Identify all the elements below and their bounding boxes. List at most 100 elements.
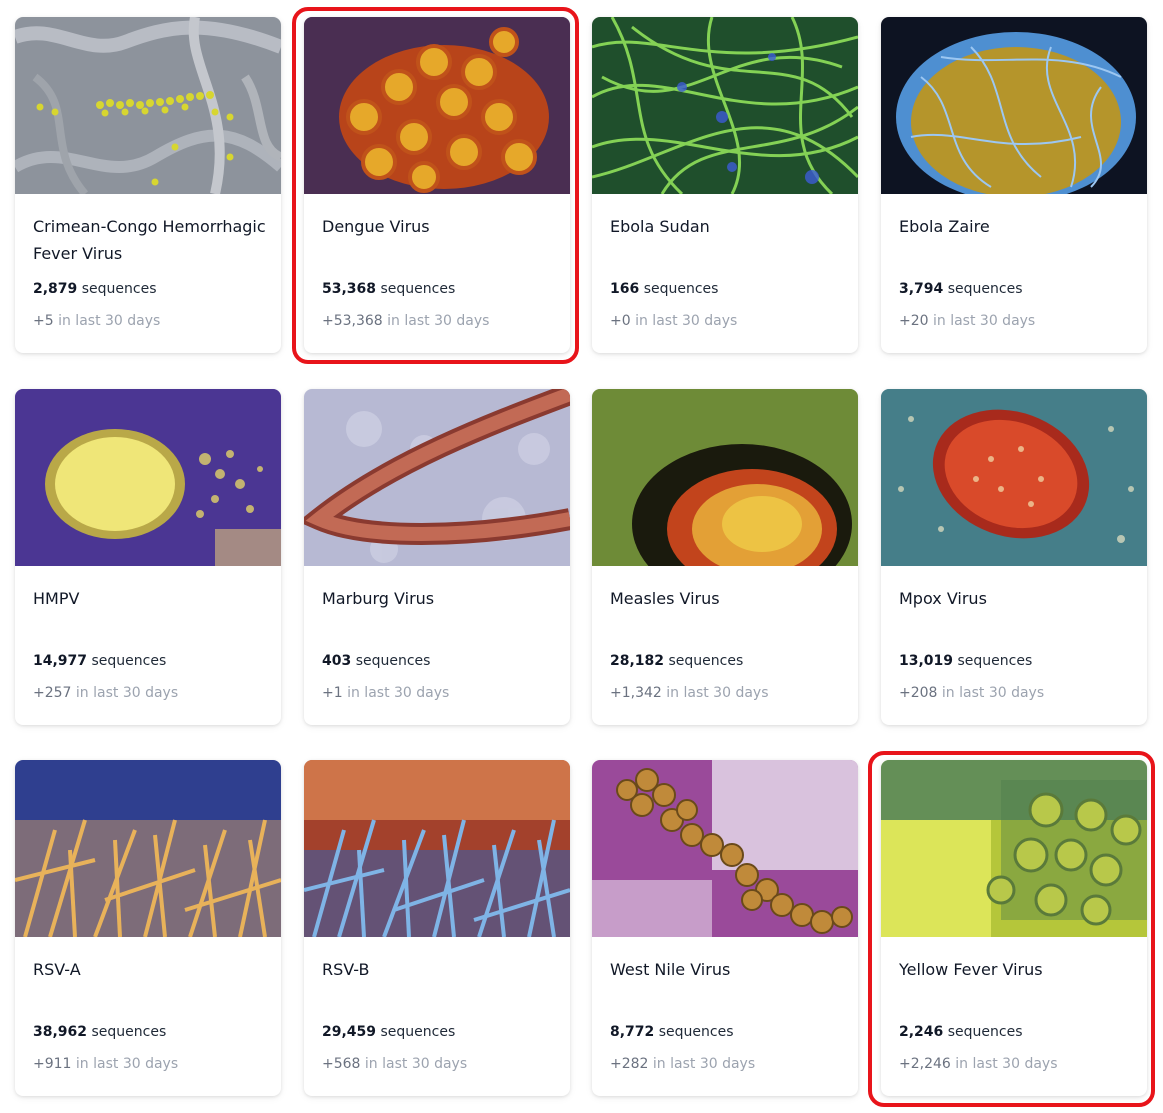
sequence-count-unit: sequences [380,1024,456,1040]
recent-sequences: +20 in last 30 days [899,313,1139,329]
sequence-count: 53,368 sequences [322,281,562,297]
recent-suffix: in last 30 days [666,685,769,701]
recent-suffix: in last 30 days [387,313,490,329]
recent-delta: +208 [899,685,938,701]
virus-card-rsv-a[interactable]: RSV-A 38,962 sequences +911 in last 30 d… [15,760,281,1096]
virus-name: Dengue Virus [322,217,430,236]
virus-card-mpox[interactable]: Mpox Virus 13,019 sequences +208 in last… [881,389,1147,725]
rsv-b-micrograph-image [304,760,570,937]
recent-delta: +257 [33,685,72,701]
sequence-count: 13,019 sequences [899,653,1139,669]
recent-sequences: +5 in last 30 days [33,313,273,329]
sequence-count-unit: sequences [355,653,431,669]
sequence-count-value: 13,019 [899,653,954,669]
recent-delta: +2,246 [899,1056,951,1072]
cchf-micrograph-image [15,17,281,194]
virus-card-hmpv[interactable]: HMPV 14,977 sequences +257 in last 30 da… [15,389,281,725]
sequence-count-unit: sequences [668,653,744,669]
virus-name: Yellow Fever Virus [899,960,1043,979]
recent-sequences: +1 in last 30 days [322,685,562,701]
recent-suffix: in last 30 days [364,1056,468,1072]
recent-delta: +911 [33,1056,72,1072]
yellow-fever-micrograph-image [881,760,1147,937]
west-nile-micrograph-image [592,760,858,937]
virus-name: Measles Virus [610,589,720,608]
sequence-count: 403 sequences [322,653,562,669]
virus-card-cchf[interactable]: Crimean-Congo Hemorrhagic Fever Virus 2,… [15,17,281,353]
virus-card-grid: Crimean-Congo Hemorrhagic Fever Virus 2,… [0,0,1163,1113]
virus-name: Mpox Virus [899,589,987,608]
virus-name: West Nile Virus [610,960,731,979]
recent-delta: +5 [33,313,54,329]
recent-sequences: +1,342 in last 30 days [610,685,850,701]
sequence-count-value: 2,879 [33,281,78,297]
recent-delta: +1 [322,685,343,701]
recent-suffix: in last 30 days [347,685,450,701]
sequence-count-unit: sequences [957,653,1033,669]
virus-card-ebola-sudan[interactable]: Ebola Sudan 166 sequences +0 in last 30 … [592,17,858,353]
ebola-zaire-micrograph-image [881,17,1147,194]
virus-name: Marburg Virus [322,589,435,608]
sequence-count: 8,772 sequences [610,1024,850,1040]
recent-sequences: +282 in last 30 days [610,1056,850,1072]
virus-name: RSV-A [33,960,81,979]
virus-name: Ebola Zaire [899,217,990,236]
recent-suffix: in last 30 days [75,685,179,701]
sequence-count: 29,459 sequences [322,1024,562,1040]
sequence-count-value: 8,772 [610,1024,655,1040]
sequence-count-unit: sequences [947,1024,1023,1040]
recent-suffix: in last 30 days [933,313,1036,329]
marburg-micrograph-image [304,389,570,566]
recent-suffix: in last 30 days [955,1056,1058,1072]
sequence-count: 2,879 sequences [33,281,273,297]
virus-card-measles[interactable]: Measles Virus 28,182 sequences +1,342 in… [592,389,858,725]
sequence-count-unit: sequences [947,281,1023,297]
virus-card-marburg[interactable]: Marburg Virus 403 sequences +1 in last 3… [304,389,570,725]
sequence-count-value: 2,246 [899,1024,944,1040]
recent-delta: +568 [322,1056,361,1072]
sequence-count: 2,246 sequences [899,1024,1139,1040]
virus-card-rsv-b[interactable]: RSV-B 29,459 sequences +568 in last 30 d… [304,760,570,1096]
recent-sequences: +2,246 in last 30 days [899,1056,1139,1072]
sequence-count-value: 166 [610,281,640,297]
recent-suffix: in last 30 days [941,685,1045,701]
recent-delta: +282 [610,1056,649,1072]
sequence-count-value: 14,977 [33,653,88,669]
recent-sequences: +53,368 in last 30 days [322,313,562,329]
virus-card-ebola-zaire[interactable]: Ebola Zaire 3,794 sequences +20 in last … [881,17,1147,353]
virus-card-yellow-fever[interactable]: Yellow Fever Virus 2,246 sequences +2,24… [881,760,1147,1096]
sequence-count-value: 38,962 [33,1024,88,1040]
virus-card-dengue[interactable]: Dengue Virus 53,368 sequences +53,368 in… [304,17,570,353]
sequence-count: 166 sequences [610,281,850,297]
recent-suffix: in last 30 days [75,1056,179,1072]
recent-sequences: +568 in last 30 days [322,1056,562,1072]
sequence-count: 38,962 sequences [33,1024,273,1040]
sequence-count-value: 28,182 [610,653,665,669]
recent-delta: +20 [899,313,929,329]
sequence-count-unit: sequences [91,1024,167,1040]
dengue-micrograph-image [304,17,570,194]
recent-delta: +0 [610,313,631,329]
virus-name: HMPV [33,589,80,608]
recent-suffix: in last 30 days [652,1056,756,1072]
virus-card-west-nile[interactable]: West Nile Virus 8,772 sequences +282 in … [592,760,858,1096]
recent-delta: +53,368 [322,313,383,329]
measles-micrograph-image [592,389,858,566]
sequence-count-unit: sequences [81,281,157,297]
recent-sequences: +257 in last 30 days [33,685,273,701]
virus-name: RSV-B [322,960,370,979]
sequence-count-unit: sequences [91,653,167,669]
recent-suffix: in last 30 days [58,313,161,329]
hmpv-micrograph-image [15,389,281,566]
ebola-sudan-micrograph-image [592,17,858,194]
sequence-count-value: 29,459 [322,1024,377,1040]
sequence-count: 14,977 sequences [33,653,273,669]
sequence-count-unit: sequences [658,1024,734,1040]
virus-name: Ebola Sudan [610,217,710,236]
recent-sequences: +208 in last 30 days [899,685,1139,701]
sequence-count-unit: sequences [380,281,456,297]
mpox-micrograph-image [881,389,1147,566]
sequence-count-value: 403 [322,653,352,669]
sequence-count: 28,182 sequences [610,653,850,669]
rsv-a-micrograph-image [15,760,281,937]
